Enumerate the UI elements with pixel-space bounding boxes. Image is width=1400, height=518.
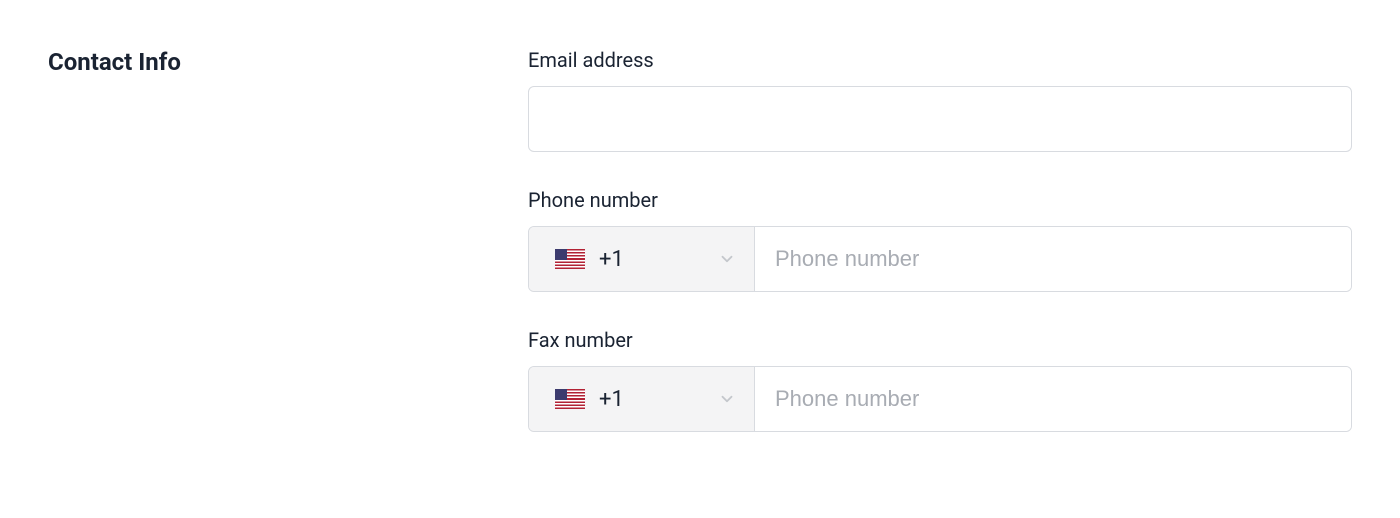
fax-input-group: +1 (528, 366, 1352, 432)
phone-field-group: Phone number +1 (528, 188, 1352, 292)
chevron-down-icon (718, 250, 736, 268)
chevron-down-icon (718, 390, 736, 408)
email-label: Email address (528, 48, 1352, 72)
phone-country-selector[interactable]: +1 (529, 227, 755, 291)
section-label-column: Contact Info (48, 48, 488, 432)
fax-label: Fax number (528, 328, 1352, 352)
contact-info-section: Contact Info Email address Phone number … (48, 48, 1352, 432)
section-title: Contact Info (48, 48, 488, 76)
email-input[interactable] (528, 86, 1352, 152)
fax-field-group: Fax number +1 (528, 328, 1352, 432)
phone-label: Phone number (528, 188, 1352, 212)
section-fields-column: Email address Phone number +1 Fax number (528, 48, 1352, 432)
fax-country-code: +1 (599, 387, 704, 412)
fax-country-selector[interactable]: +1 (529, 367, 755, 431)
us-flag-icon (555, 389, 585, 409)
fax-number-input[interactable] (755, 367, 1351, 431)
email-field-group: Email address (528, 48, 1352, 152)
phone-number-input[interactable] (755, 227, 1351, 291)
phone-input-group: +1 (528, 226, 1352, 292)
us-flag-icon (555, 249, 585, 269)
phone-country-code: +1 (599, 247, 704, 272)
